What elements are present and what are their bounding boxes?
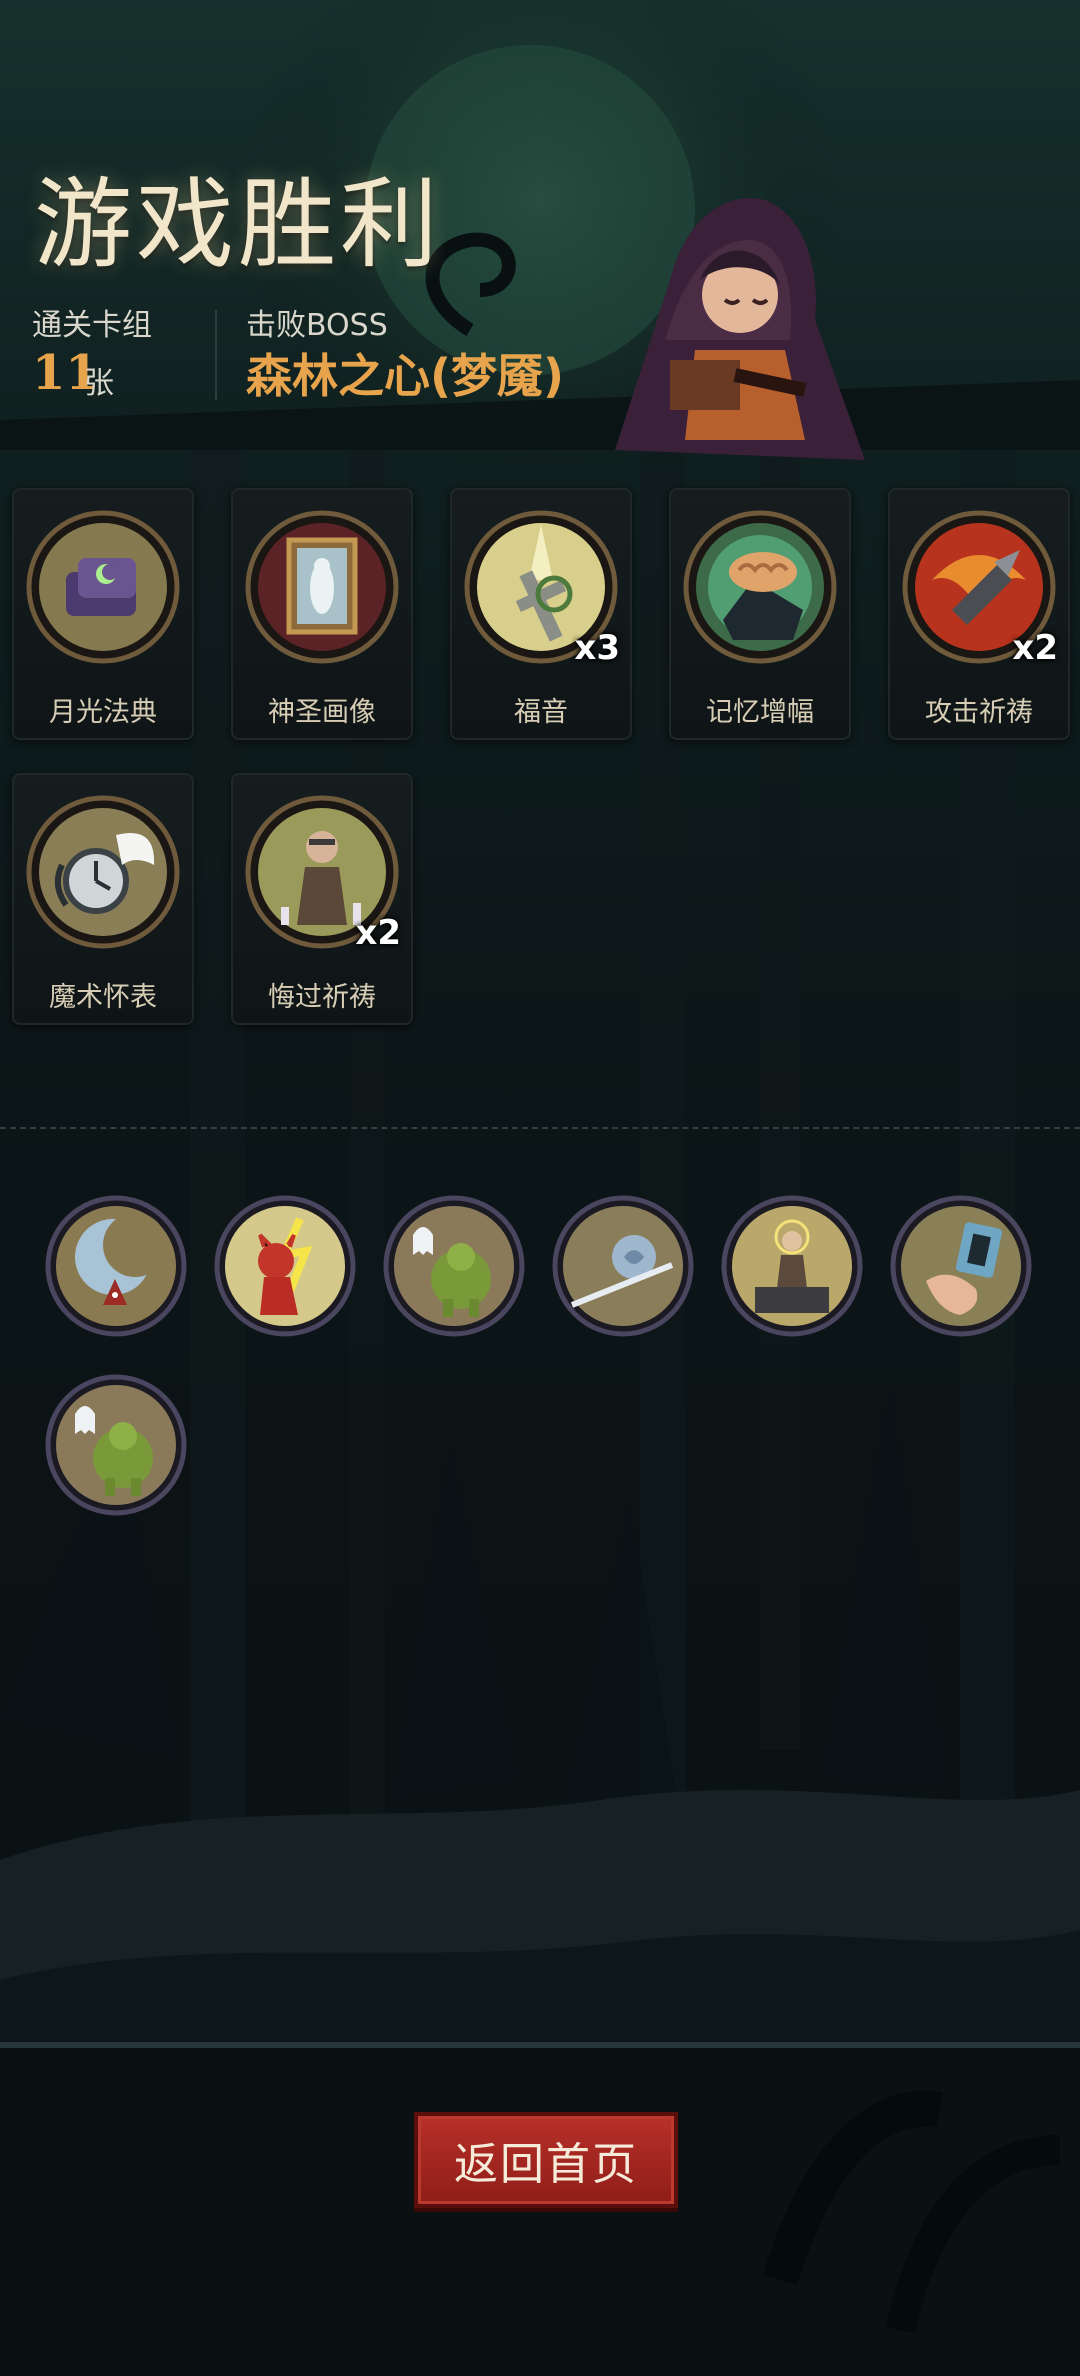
deck-unit: 张: [84, 366, 114, 401]
card-name: 记忆增幅: [706, 697, 814, 728]
crescent-moon-relic-icon[interactable]: [45, 1195, 187, 1337]
saint-altar-relic-icon[interactable]: [721, 1195, 863, 1337]
green-ogre-ghost-relic-icon[interactable]: [45, 1374, 187, 1516]
green-ogre-ghost-relic-icon[interactable]: [383, 1195, 525, 1337]
card-name: 攻击祈祷: [925, 697, 1033, 728]
page-title: 游戏胜利: [34, 168, 443, 282]
card-holy-portrait[interactable]: 神圣画像: [231, 488, 413, 740]
card-attack-prayer[interactable]: x2 攻击祈祷: [888, 488, 1070, 740]
card-multiplier: x3: [574, 628, 620, 668]
card-repentance-prayer[interactable]: x2 悔过祈祷: [231, 773, 413, 1025]
hand-card-relic-icon[interactable]: [890, 1195, 1032, 1337]
boss-name: 森林之心(梦魇): [246, 349, 565, 403]
deck-label: 通关卡组: [32, 308, 152, 343]
section-divider: [0, 1127, 1080, 1129]
card-name: 福音: [514, 697, 568, 728]
card-name: 月光法典: [49, 697, 157, 728]
moonlight-tome-icon: [26, 510, 180, 664]
card-gospel[interactable]: x3 福音: [450, 488, 632, 740]
card-multiplier: x2: [1012, 628, 1058, 668]
card-memory-boost[interactable]: 记忆增幅: [669, 488, 851, 740]
card-name: 魔术怀表: [49, 982, 157, 1013]
rose-blade-relic-icon[interactable]: [552, 1195, 694, 1337]
card-moonlight-tome[interactable]: 月光法典: [12, 488, 194, 740]
red-demon-relic-icon[interactable]: [214, 1195, 356, 1337]
stats-divider: [215, 310, 217, 400]
card-magic-pocket-watch[interactable]: 魔术怀表: [12, 773, 194, 1025]
ground-line: [0, 2042, 1080, 2048]
boss-label: 击败BOSS: [246, 308, 388, 343]
memory-boost-icon: [683, 510, 837, 664]
card-name: 悔过祈祷: [268, 982, 376, 1013]
hooded-hero-illustration: [615, 198, 865, 460]
magic-pocket-watch-icon: [26, 795, 180, 949]
card-name: 神圣画像: [268, 697, 376, 728]
holy-portrait-icon: [245, 510, 399, 664]
return-home-button[interactable]: 返回首页: [414, 2112, 678, 2208]
card-multiplier: x2: [355, 913, 401, 953]
